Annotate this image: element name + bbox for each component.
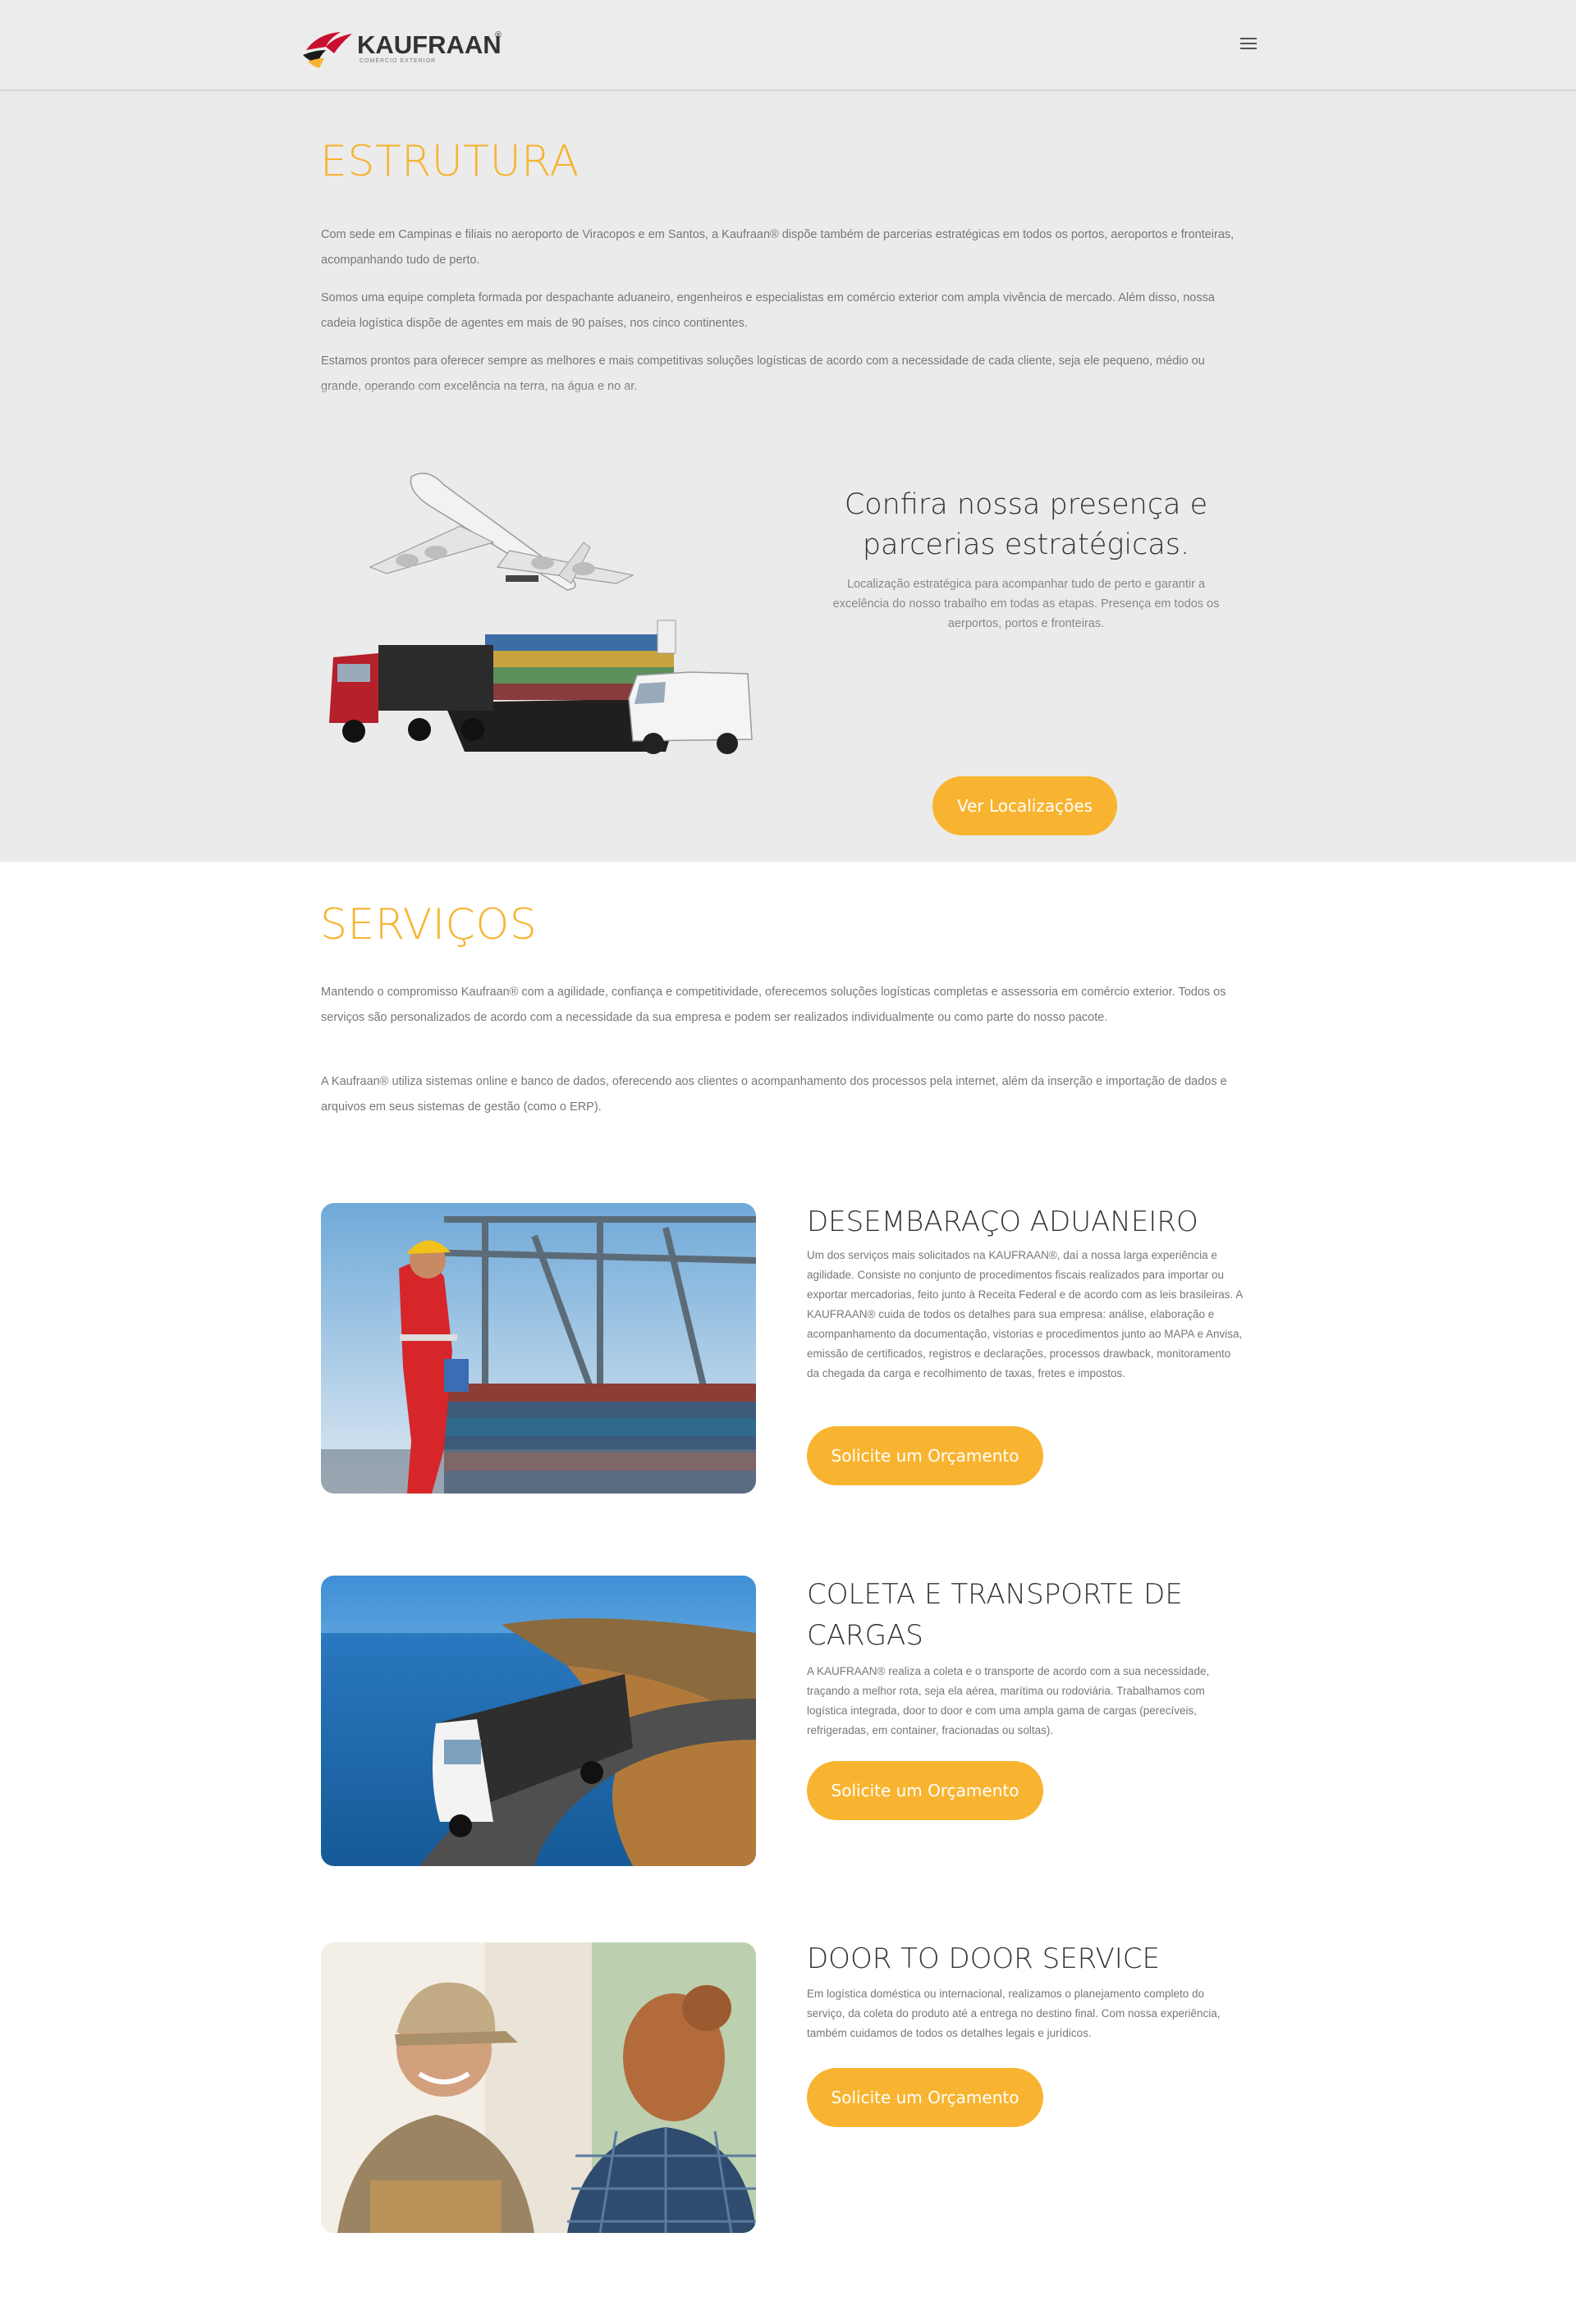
logo-wordmark: KAUFRAAN [357,30,502,59]
estrutura-section: ESTRUTURA Com sede em Campinas e filiais… [0,91,1576,862]
delivery-man-image [321,1942,756,2233]
presence-description: Localização estratégica para acompanhar … [832,578,1220,630]
service-desc-door-to-door: Em logística doméstica ou internacional,… [807,1988,1221,2039]
site-header: KAUFRAAN ® Comércio Exterior [0,0,1576,91]
kaufraan-logo-mark-icon [303,32,352,68]
service-title-door-to-door: DOOR TO DOOR SERVICE [807,1942,1160,1975]
service-title-desembaraco: DESEMBARAÇO ADUANEIRO [807,1205,1198,1238]
service-title-coleta: COLETA E TRANSPORTE DE CARGAS [807,1578,1183,1652]
logo-tagline: Comércio Exterior [360,58,437,64]
customs-worker-image [321,1203,756,1494]
estrutura-paragraph-2: Somos uma equipe completa formada por de… [321,291,1215,330]
airplane-icon [369,473,635,591]
servicos-section: SERVIÇOS Mantendo o compromisso Kaufraan… [0,862,1576,2324]
hamburger-menu-icon[interactable] [1239,36,1258,51]
kaufraan-logo[interactable]: KAUFRAAN ® Comércio Exterior [301,22,515,71]
estrutura-paragraph-1: Com sede em Campinas e filiais no aeropo… [321,228,1235,267]
truck-road-image [321,1576,756,1866]
servicos-paragraph-2: A Kaufraan® utiliza sistemas online e ba… [321,1075,1227,1114]
quote-button-door-to-door[interactable]: Solicite um Orçamento [807,2068,1043,2127]
servicos-title: SERVIÇOS [320,900,538,949]
estrutura-title: ESTRUTURA [320,137,580,186]
quote-button-coleta[interactable]: Solicite um Orçamento [807,1761,1043,1820]
service-desc-desembaraco: Um dos serviços mais solicitados na KAUF… [807,1249,1243,1379]
logo-registered-mark: ® [495,30,502,40]
red-truck-icon [329,645,493,743]
logistics-illustration [329,473,753,754]
service-desc-coleta: A KAUFRAAN® realiza a coleta e o transpo… [807,1665,1210,1736]
servicos-paragraph-1: Mantendo o compromisso Kaufraan® com a a… [321,986,1226,1024]
ver-localizacoes-button[interactable]: Ver Localizações [932,776,1117,835]
quote-button-desembaraco[interactable]: Solicite um Orçamento [807,1426,1043,1485]
white-van-icon [628,671,753,754]
presence-title: Confira nossa presença e parcerias estra… [844,488,1208,561]
